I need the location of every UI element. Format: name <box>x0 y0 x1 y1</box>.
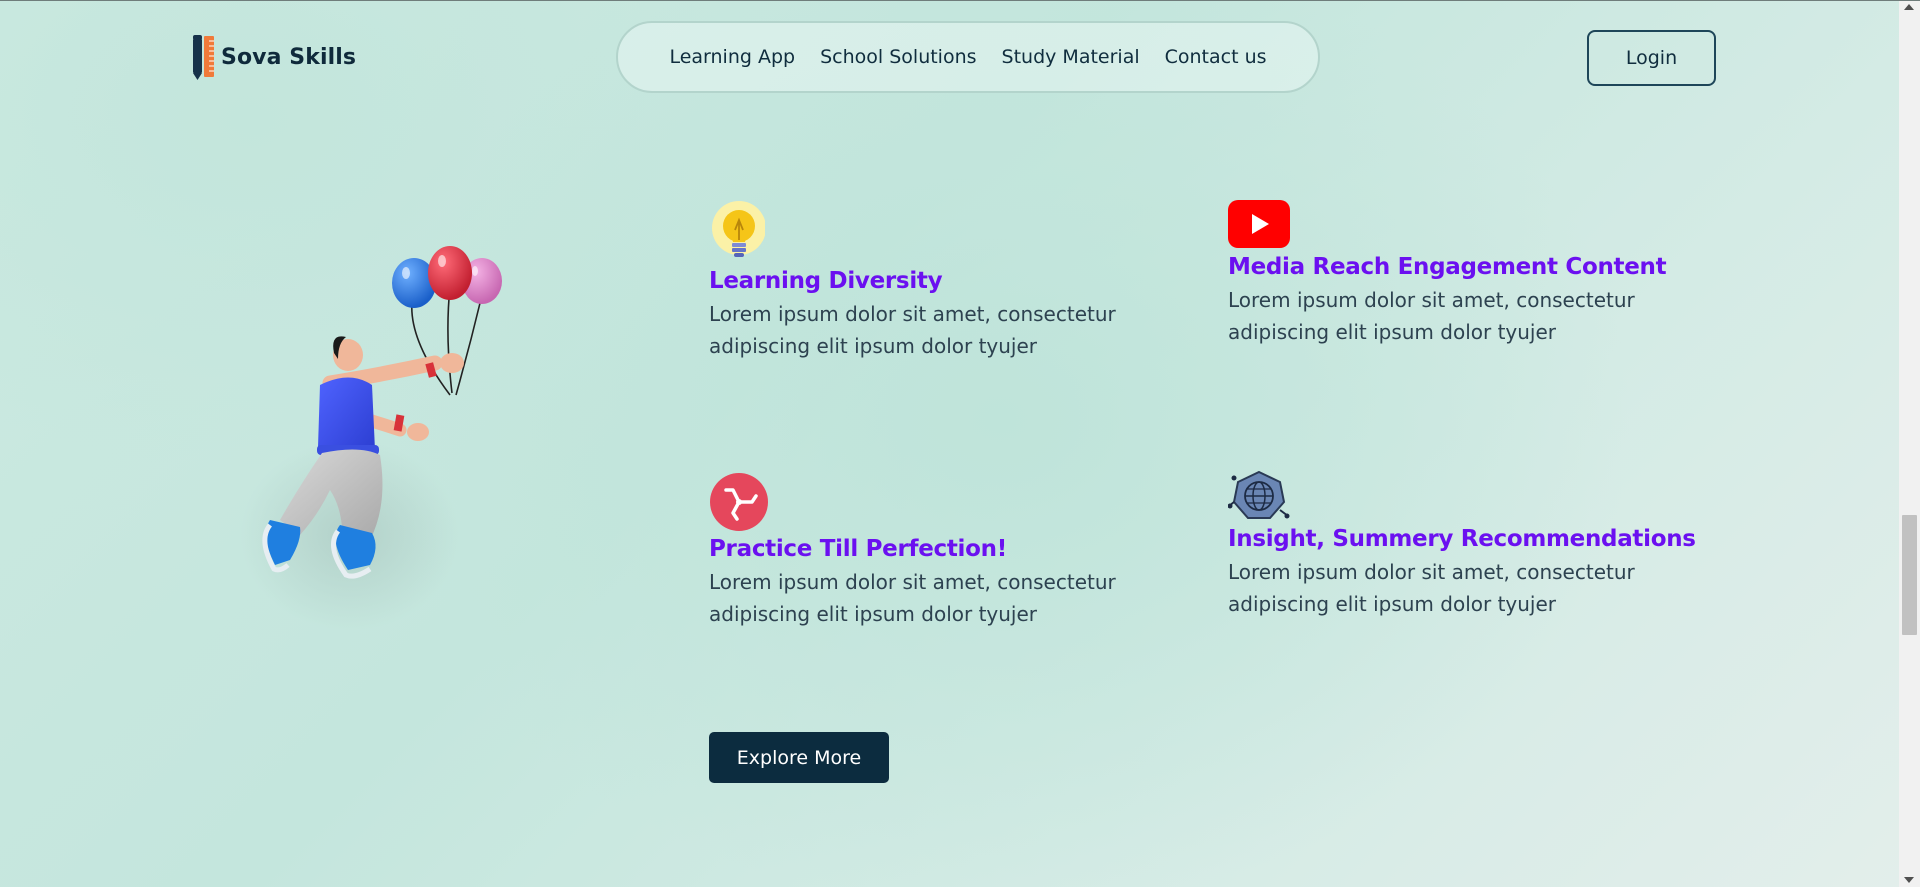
feature-description: Lorem ipsum dolor sit amet, consectetur … <box>709 302 1116 358</box>
nav-item-school-solutions[interactable]: School Solutions <box>820 46 976 68</box>
login-button[interactable]: Login <box>1587 30 1716 86</box>
feature-title: Learning Diversity <box>709 268 943 294</box>
scroll-down-arrow-icon[interactable] <box>1904 877 1914 883</box>
window-top-border <box>0 0 1920 1</box>
main-nav: Learning App School Solutions Study Mate… <box>616 21 1320 93</box>
feature-title: Practice Till Perfection! <box>709 536 1007 562</box>
feature-title: Media Reach Engagement Content <box>1228 254 1667 280</box>
feature-description: Lorem ipsum dolor sit amet, consectetur … <box>709 570 1116 626</box>
youtube-play-icon <box>1228 200 1290 248</box>
brand-name: Sova Skills <box>221 44 357 70</box>
feature-description: Lorem ipsum dolor sit amet, consectetur … <box>1228 560 1635 616</box>
globe-network-icon <box>1228 470 1290 519</box>
scrollbar-thumb[interactable] <box>1902 515 1917 635</box>
triskelion-icon <box>710 473 768 531</box>
feature-insight: Insight, Summery Recommendations Lorem i… <box>1228 470 1708 620</box>
page-scrollbar[interactable] <box>1899 1 1920 887</box>
brand-logo[interactable]: Sova Skills <box>191 33 356 81</box>
lightbulb-icon <box>712 201 765 257</box>
feature-practice: Practice Till Perfection! Lorem ipsum do… <box>709 472 1189 630</box>
feature-description: Lorem ipsum dolor sit amet, consectetur … <box>1228 288 1635 344</box>
scroll-up-arrow-icon[interactable] <box>1904 4 1914 10</box>
nav-item-contact-us[interactable]: Contact us <box>1165 46 1267 68</box>
feature-learning-diversity: Learning Diversity Lorem ipsum dolor sit… <box>709 200 1189 362</box>
pencil-ruler-icon <box>193 35 214 80</box>
nav-item-learning-app[interactable]: Learning App <box>669 46 795 68</box>
feature-title: Insight, Summery Recommendations <box>1228 526 1696 552</box>
nav-item-study-material[interactable]: Study Material <box>1002 46 1140 68</box>
explore-more-button[interactable]: Explore More <box>709 732 889 783</box>
man-with-balloons-illustration <box>240 246 502 630</box>
feature-media-reach: Media Reach Engagement Content Lorem ips… <box>1228 198 1708 348</box>
